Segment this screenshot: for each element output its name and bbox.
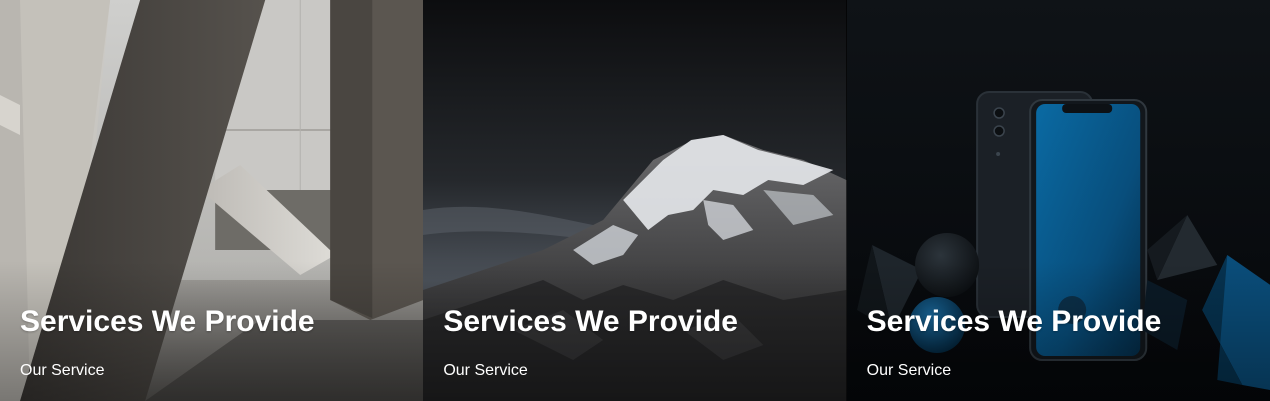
services-grid: Services We Provide Our Service Services… — [0, 0, 1270, 401]
card-title: Services We Provide — [443, 305, 738, 338]
service-card-mountain[interactable]: Services We Provide Our Service — [423, 0, 847, 401]
service-card-smartphones[interactable]: Services We Provide Our Service — [846, 0, 1270, 401]
our-service-link[interactable]: Our Service — [867, 360, 951, 382]
card-title: Services We Provide — [866, 305, 1162, 338]
service-card-architecture[interactable]: Services We Provide Our Service — [0, 0, 424, 401]
card-title: Services We Provide — [20, 305, 315, 338]
our-service-link[interactable]: Our Service — [20, 360, 104, 382]
our-service-link[interactable]: Our Service — [443, 360, 527, 382]
